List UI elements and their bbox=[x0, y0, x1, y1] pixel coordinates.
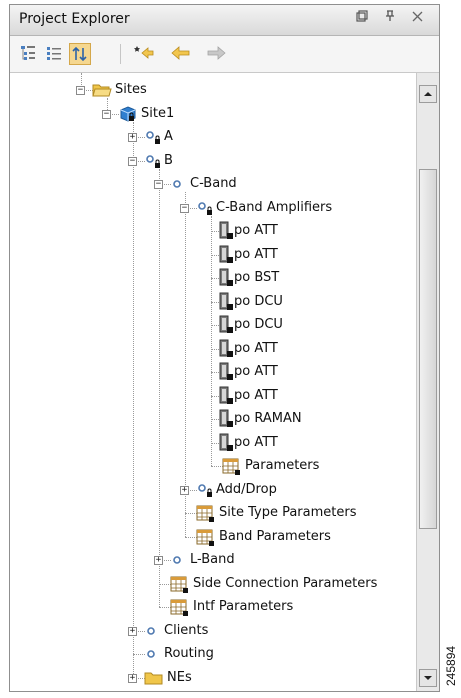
arrow-down-icon bbox=[424, 676, 432, 680]
title-bar: Project Explorer bbox=[10, 5, 439, 36]
tree-item-label: po BST bbox=[234, 270, 280, 285]
sort-icon bbox=[72, 46, 87, 62]
tree-item-label: Intf Parameters bbox=[193, 599, 294, 614]
project-tree: − Sites − Site1 + A − B − C-Band − C-Band Amplifier… bbox=[10, 73, 416, 691]
arrow-left-icon bbox=[171, 46, 190, 60]
arrow-right-icon bbox=[207, 46, 226, 60]
star-arrow-icon bbox=[134, 46, 154, 59]
tree-item-label: A bbox=[164, 129, 173, 144]
tree-item[interactable]: + A bbox=[128, 126, 410, 148]
close-icon[interactable] bbox=[407, 9, 427, 29]
list-view-icon bbox=[47, 47, 61, 60]
tree-connector bbox=[159, 168, 160, 607]
scroll-down-button[interactable] bbox=[419, 669, 437, 687]
tree-item-label: Site1 bbox=[141, 105, 175, 121]
sort-button[interactable] bbox=[69, 43, 91, 65]
new-button[interactable] bbox=[133, 43, 155, 65]
collapse-toggle[interactable]: − bbox=[128, 156, 137, 166]
tree-item-label: po DCU bbox=[234, 293, 283, 309]
expand-toggle[interactable]: + bbox=[128, 133, 137, 142]
expand-toggle[interactable]: + bbox=[128, 626, 137, 636]
tree-item[interactable]: Routing bbox=[128, 643, 410, 665]
arrow-up-icon bbox=[424, 92, 432, 96]
tree-item-label: po ATT bbox=[234, 340, 278, 356]
tree-item-label: Clients bbox=[164, 622, 209, 638]
tree-item-label: Routing bbox=[164, 646, 214, 661]
tree-view-button[interactable] bbox=[18, 43, 40, 65]
tree-item-label: L-Band bbox=[190, 552, 235, 567]
toolbar-separator bbox=[120, 44, 121, 64]
tree-item[interactable]: po ATT bbox=[206, 338, 410, 360]
tree-item-label: Add/Drop bbox=[216, 481, 277, 497]
tree-item-label: Side Connection Parameters bbox=[193, 575, 378, 591]
tree-item-label: po ATT bbox=[234, 364, 278, 379]
tree-item[interactable]: po DCU bbox=[206, 314, 410, 336]
tree-item[interactable]: po RAMAN bbox=[206, 408, 410, 430]
tree-item[interactable]: po DCU bbox=[206, 291, 410, 313]
expand-toggle[interactable]: + bbox=[154, 556, 163, 565]
tree-item-label: Band Parameters bbox=[219, 528, 331, 544]
scroll-up-button[interactable] bbox=[419, 85, 437, 103]
tree-item[interactable]: + NEs bbox=[128, 667, 410, 689]
tree-item[interactable]: Side Connection Parameters bbox=[154, 573, 410, 595]
tree-item-label: Parameters bbox=[245, 458, 320, 473]
tree-item[interactable]: Parameters bbox=[206, 455, 410, 477]
tree-item-label: B bbox=[164, 152, 173, 168]
tree-item[interactable]: − Sites bbox=[76, 79, 410, 101]
tree-view-icon bbox=[21, 46, 35, 60]
tree-item-label: C-Band Amplifiers bbox=[216, 199, 333, 215]
project-explorer-panel: Project Explorer − Sites − Site1 + A − B… bbox=[9, 4, 440, 692]
tree-item[interactable]: po ATT bbox=[206, 361, 410, 383]
tree-item[interactable]: + Add/Drop bbox=[180, 479, 410, 501]
figure-number: 245894 bbox=[444, 645, 458, 686]
back-button[interactable] bbox=[170, 43, 192, 65]
collapse-toggle[interactable]: − bbox=[76, 86, 85, 95]
tree-connector bbox=[133, 121, 134, 678]
collapse-toggle[interactable]: − bbox=[102, 109, 111, 119]
tree-item-label: C-Band bbox=[190, 176, 237, 191]
tree-item[interactable]: − C-Band Amplifiers bbox=[180, 197, 410, 219]
tree-item-label: po ATT bbox=[234, 434, 278, 450]
expand-toggle[interactable]: + bbox=[128, 673, 137, 683]
tree-item[interactable]: po BST bbox=[206, 267, 410, 289]
tree-item[interactable]: + Clients bbox=[128, 620, 410, 642]
list-view-button[interactable] bbox=[44, 43, 66, 65]
tree-item-label: po ATT bbox=[234, 246, 278, 262]
tree-item-label: po ATT bbox=[234, 387, 278, 403]
tree-item[interactable]: − C-Band bbox=[154, 173, 410, 195]
tree-item-label: NEs bbox=[167, 669, 192, 685]
tree-item[interactable]: − Site1 bbox=[102, 103, 410, 125]
tree-item-label: Sites bbox=[115, 82, 147, 97]
forward-button[interactable] bbox=[205, 43, 227, 65]
tree-item-label: po DCU bbox=[234, 317, 283, 332]
tree-item[interactable]: po ATT bbox=[206, 244, 410, 266]
tree-item[interactable]: Intf Parameters bbox=[154, 596, 410, 618]
tree-item-label: po RAMAN bbox=[234, 411, 302, 426]
tree-item[interactable]: Site Type Parameters bbox=[180, 502, 410, 524]
tree-item[interactable]: − B bbox=[128, 150, 410, 172]
collapse-toggle[interactable]: − bbox=[180, 203, 189, 213]
pin-icon[interactable] bbox=[380, 9, 400, 29]
restore-icon[interactable] bbox=[352, 9, 372, 29]
tree-item[interactable]: po ATT bbox=[206, 220, 410, 242]
tree-item[interactable]: Band Parameters bbox=[180, 526, 410, 548]
tree-item[interactable]: po ATT bbox=[206, 385, 410, 407]
scroll-thumb[interactable] bbox=[419, 169, 437, 529]
expand-toggle[interactable]: + bbox=[180, 485, 189, 495]
toolbar bbox=[10, 36, 439, 73]
collapse-toggle[interactable]: − bbox=[154, 180, 163, 189]
folder-icon bbox=[144, 670, 164, 692]
tree-item[interactable]: po ATT bbox=[206, 432, 410, 454]
tree-item[interactable]: + L-Band bbox=[154, 549, 410, 571]
vertical-scrollbar[interactable] bbox=[416, 73, 439, 691]
panel-title: Project Explorer bbox=[19, 11, 130, 27]
tree-item-label: po ATT bbox=[234, 223, 278, 238]
tree-item-label: Site Type Parameters bbox=[219, 505, 357, 520]
